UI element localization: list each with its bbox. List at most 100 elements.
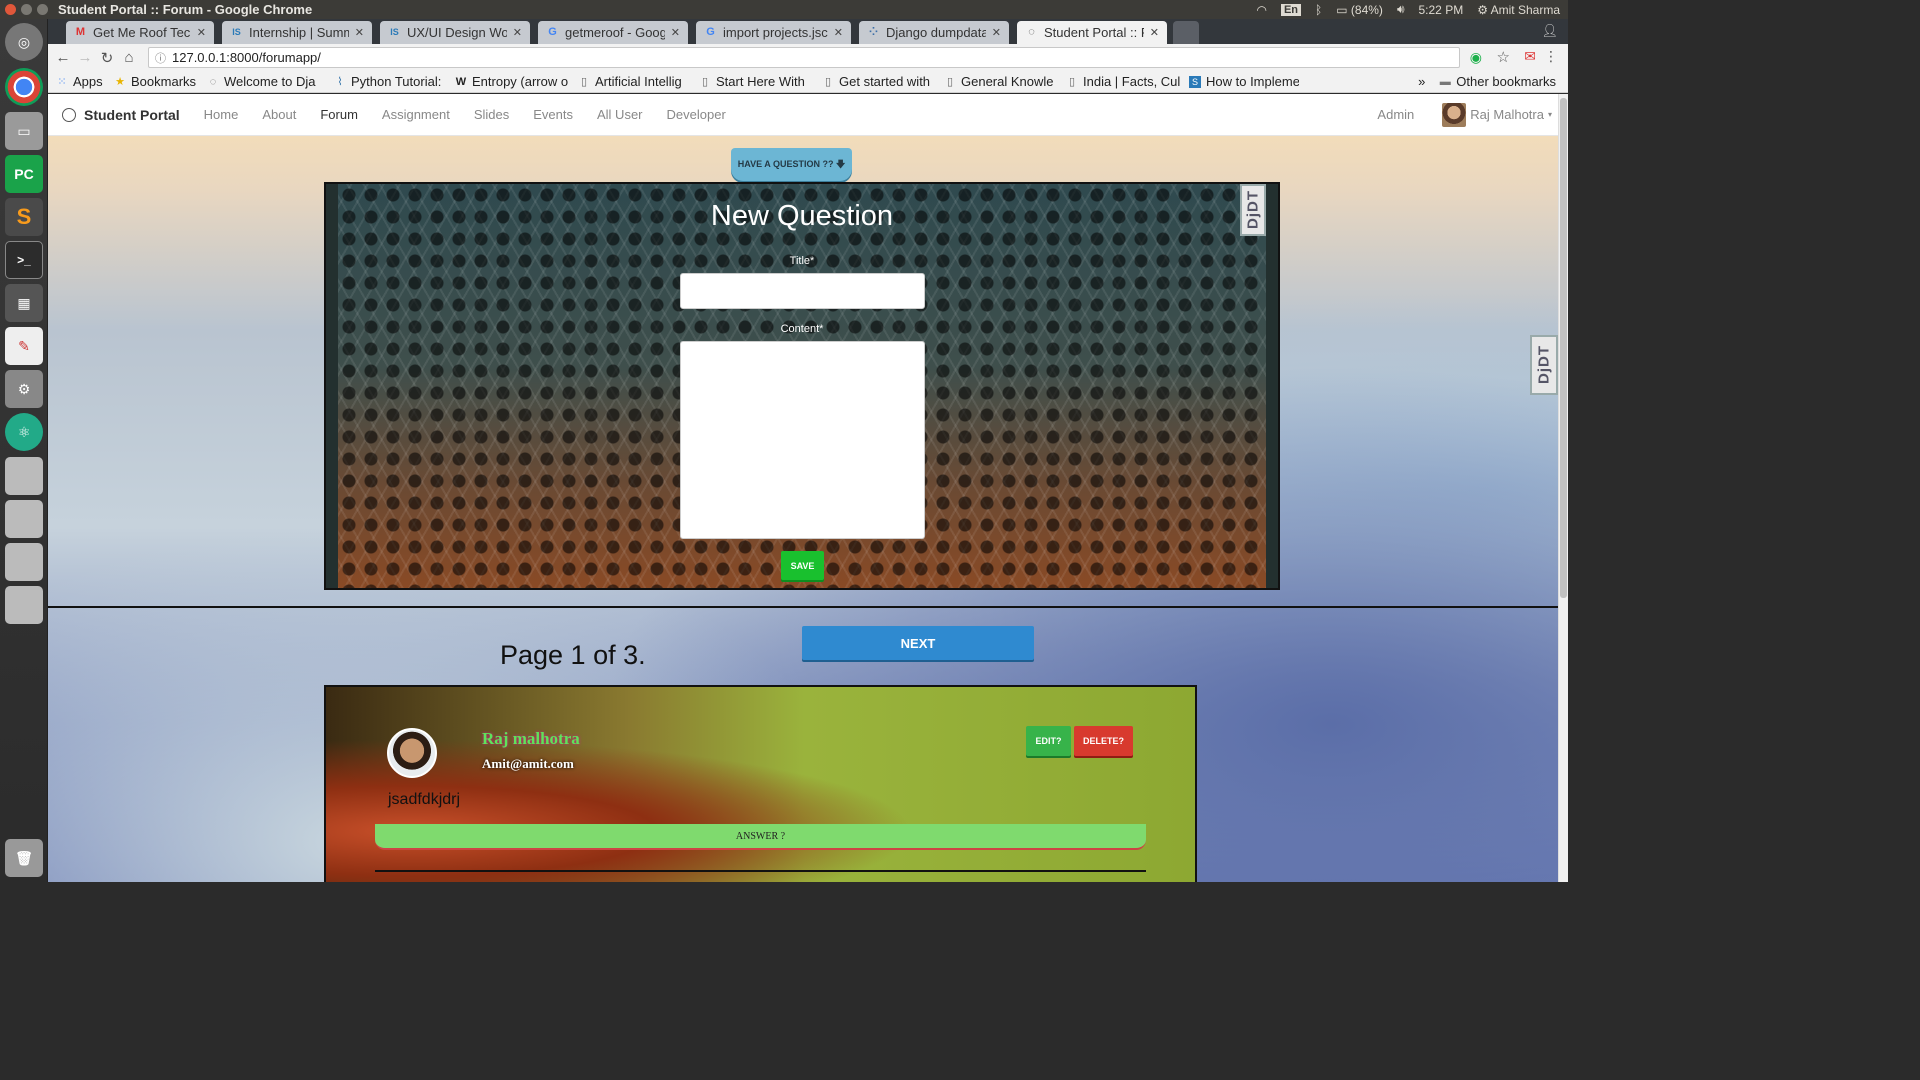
- new-tab-button[interactable]: [1173, 21, 1199, 44]
- bookmark-item[interactable]: W Entropy (arrow o: [447, 74, 570, 89]
- bookmark-item[interactable]: ▯ Start Here With: [691, 74, 814, 89]
- scrollbar-thumb[interactable]: [1560, 98, 1567, 598]
- bluetooth-icon[interactable]: ᛒ: [1315, 3, 1322, 17]
- answer-toggle[interactable]: ANSWER ?: [375, 824, 1146, 850]
- close-tab-icon[interactable]: ✕: [1150, 26, 1159, 39]
- close-tab-icon[interactable]: ✕: [671, 26, 680, 39]
- bookmarks-overflow-button[interactable]: »: [1412, 74, 1431, 89]
- reload-icon[interactable]: ↻: [96, 49, 118, 67]
- close-tab-icon[interactable]: ✕: [197, 26, 206, 39]
- pycharm-icon[interactable]: PC: [5, 155, 43, 193]
- maximize-window-icon[interactable]: [37, 4, 48, 15]
- close-window-icon[interactable]: [5, 4, 16, 15]
- browser-tab[interactable]: Gimport projects.jsc ✕: [696, 21, 851, 44]
- settings-icon[interactable]: ⚙: [5, 370, 43, 408]
- workspace-icon[interactable]: ▦: [5, 284, 43, 322]
- user-menu[interactable]: Raj Malhotra ▾: [1442, 102, 1552, 127]
- trash-icon[interactable]: 🗑︎: [5, 839, 43, 877]
- page-scrollbar[interactable]: [1558, 94, 1568, 882]
- nav-events[interactable]: Events: [521, 107, 585, 122]
- close-tab-icon[interactable]: ✕: [513, 26, 522, 39]
- content-textarea[interactable]: [680, 341, 925, 539]
- browser-tab[interactable]: Ggetmeroof - Googl ✕: [538, 21, 688, 44]
- atom-icon[interactable]: ⚛: [5, 413, 43, 451]
- browser-tab-strip: M Get Me Roof Tech A ✕ IS Internship | Summ…: [48, 19, 1568, 44]
- delete-button[interactable]: DELETE?: [1074, 726, 1133, 756]
- terminal-icon[interactable]: >_: [5, 241, 43, 279]
- have-a-question-label: HAVE A QUESTION ?? 🡇: [737, 158, 846, 169]
- text-editor-icon[interactable]: ✎: [5, 327, 43, 365]
- address-bar[interactable]: ⓘ 127.0.0.1:8000/forumapp/: [148, 47, 1460, 68]
- profile-icon[interactable]: 👤︎: [1541, 23, 1558, 39]
- browser-tab[interactable]: M Get Me Roof Tech A ✕: [66, 21, 214, 44]
- user-menu-name: Raj Malhotra: [1470, 107, 1544, 122]
- debug-toolbar-toggle[interactable]: DjDT: [1240, 184, 1266, 236]
- bookmark-item[interactable]: ▯ India | Facts, Cul: [1058, 74, 1181, 89]
- bookmark-apps[interactable]: ⁙ Apps: [48, 74, 106, 89]
- nav-assignment[interactable]: Assignment: [370, 107, 462, 122]
- have-a-question-toggle[interactable]: HAVE A QUESTION ?? 🡇: [731, 148, 852, 181]
- bookmark-item[interactable]: ◌ Welcome to Dja: [199, 74, 326, 89]
- back-arrow-icon[interactable]: ←: [52, 49, 74, 66]
- browser-tab-active[interactable]: ◌ Student Portal :: Fo ✕: [1017, 21, 1167, 44]
- browser-tab[interactable]: IS UX/UI Design Work ✕: [380, 21, 530, 44]
- avatar: [387, 728, 437, 778]
- close-tab-icon[interactable]: ✕: [355, 26, 364, 39]
- nav-all-user[interactable]: All User: [585, 107, 655, 122]
- edit-button[interactable]: EDIT?: [1026, 726, 1071, 756]
- bookmark-item[interactable]: ▯ Artificial Intellig: [570, 74, 691, 89]
- site-brand[interactable]: Student Portal: [62, 107, 180, 123]
- gmail-icon: M: [75, 26, 86, 38]
- chrome-menu-icon[interactable]: ⋮: [1544, 48, 1558, 65]
- star-icon[interactable]: ☆: [1497, 48, 1510, 66]
- close-tab-icon[interactable]: ✕: [834, 26, 843, 39]
- volume-icon[interactable]: 🔊︎: [1397, 2, 1405, 17]
- bookmark-label: Welcome to Dja: [224, 74, 316, 89]
- bookmark-item[interactable]: S How to Impleme: [1181, 74, 1299, 89]
- session-menu[interactable]: ⚙ Amit Sharma: [1477, 3, 1560, 17]
- form-heading: New Question: [710, 200, 894, 232]
- battery-indicator[interactable]: ▭ (84%): [1336, 3, 1383, 17]
- nav-developer[interactable]: Developer: [655, 107, 738, 122]
- browser-tab[interactable]: IS Internship | Summe ✕: [222, 21, 372, 44]
- drive-icon[interactable]: [5, 500, 43, 538]
- gmail-extension-icon[interactable]: ✉: [1524, 48, 1536, 65]
- home-icon[interactable]: ⌂: [118, 49, 140, 66]
- other-bookmarks[interactable]: ▬ Other bookmarks: [1431, 74, 1568, 89]
- drive-icon[interactable]: [5, 543, 43, 581]
- drive-icon[interactable]: [5, 457, 43, 495]
- nav-about[interactable]: About: [250, 107, 308, 122]
- bookmark-item[interactable]: ⌇ Python Tutorial:: [326, 74, 447, 89]
- debug-toolbar-handle[interactable]: DjDT: [1530, 335, 1558, 395]
- ubuntu-dash-icon[interactable]: ◎: [5, 23, 43, 61]
- title-input[interactable]: [680, 273, 925, 309]
- wifi-icon[interactable]: ◠: [1256, 3, 1266, 17]
- nav-right: Admin Raj Malhotra ▾: [1377, 102, 1558, 127]
- nav-admin[interactable]: Admin: [1377, 107, 1414, 122]
- minimize-window-icon[interactable]: [21, 4, 32, 15]
- browser-tab[interactable]: ⁘ Django dumpdata ✕: [859, 21, 1009, 44]
- next-page-button[interactable]: NEXT: [802, 626, 1034, 660]
- info-icon[interactable]: ⓘ: [155, 50, 166, 66]
- close-tab-icon[interactable]: ✕: [992, 26, 1001, 39]
- bookmark-folder[interactable]: ★ Bookmarks: [106, 74, 199, 89]
- nav-home[interactable]: Home: [192, 107, 251, 122]
- bookmark-label: Apps: [73, 74, 103, 89]
- grammarly-icon[interactable]: ◉: [1470, 49, 1482, 66]
- unity-launcher: ◎ ▭ PC S >_ ▦ ✎ ⚙ ⚛ 🗑︎: [0, 19, 48, 882]
- nav-forum[interactable]: Forum: [308, 107, 370, 122]
- keyboard-language-indicator[interactable]: En: [1280, 3, 1302, 16]
- forward-arrow-icon[interactable]: →: [74, 49, 96, 66]
- save-button[interactable]: SAVE: [781, 551, 824, 580]
- clock[interactable]: 5:22 PM: [1419, 3, 1464, 17]
- bookmark-item[interactable]: ▯ Get started with: [814, 74, 936, 89]
- files-icon[interactable]: ▭: [5, 112, 43, 150]
- sublime-icon[interactable]: S: [5, 198, 43, 236]
- bookmark-item[interactable]: ▯ General Knowle: [936, 74, 1058, 89]
- chrome-icon[interactable]: [5, 68, 43, 106]
- bookmark-label: Artificial Intellig: [595, 74, 682, 89]
- drive-icon[interactable]: [5, 586, 43, 624]
- question-author-email: Amit@amit.com: [482, 756, 574, 771]
- nav-slides[interactable]: Slides: [462, 107, 521, 122]
- question-text: jsadfdkjdrj: [388, 791, 461, 808]
